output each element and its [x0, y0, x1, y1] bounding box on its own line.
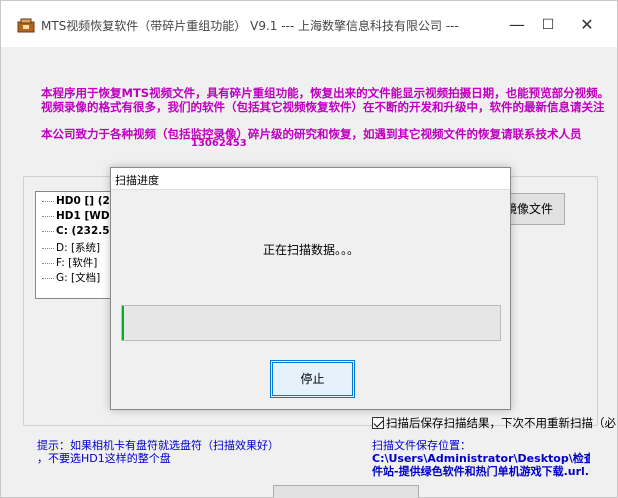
- dialog-title-bar: 扫描进度: [111, 168, 510, 190]
- tree-item-label: HD0 [] (2: [56, 195, 110, 207]
- tree-item-label: C: (232.5: [56, 225, 110, 237]
- scan-progress-fill: [122, 306, 124, 340]
- main-window: MTS视频恢复软件（带碎片重组功能） V9.1 --- 上海数擎信息科技有限公司…: [0, 0, 618, 498]
- save-path-extra: 件站-提供绿色软件和热门单机游戏下载.url.mtsi: [372, 465, 590, 478]
- tree-item-d[interactable]: D: [系统]: [42, 240, 100, 254]
- save-scan-result-checkbox[interactable]: 扫描后保存扫描结果，下次不用重新扫描（必: [372, 415, 616, 431]
- save-path-label: 扫描文件保存位置：: [372, 439, 471, 452]
- tree-item-f[interactable]: F: [软件]: [42, 255, 97, 269]
- maximize-button[interactable]: ☐: [528, 11, 568, 39]
- tree-item-label: F: [软件]: [56, 257, 98, 269]
- title-bar: MTS视频恢复软件（带碎片重组功能） V9.1 --- 上海数擎信息科技有限公司…: [1, 1, 617, 47]
- scan-progress-dialog: 扫描进度 正在扫描数据。。。 停止: [110, 167, 511, 410]
- save-path-value: C:\Users\Administrator\Desktop\检查包\多多: [372, 452, 590, 465]
- close-button[interactable]: ✕: [567, 11, 607, 39]
- tree-item-c[interactable]: C: (232.5: [42, 225, 110, 239]
- intro-line-4: 13062453: [191, 138, 247, 147]
- dialog-title: 扫描进度: [115, 174, 159, 187]
- intro-line-2: 视频录像的格式有很多，我们的软件（包括其它视频恢复软件）在不断的开发和升级中，软…: [41, 100, 605, 114]
- tree-item-hd1[interactable]: HD1 [WD: [42, 210, 110, 224]
- drive-tree[interactable]: HD0 [] (2 HD1 [WD C: (232.5 D: [系统] F: […: [35, 191, 115, 299]
- tree-item-hd0[interactable]: HD0 [] (2: [42, 195, 110, 209]
- stop-button-label: 停止: [300, 372, 325, 386]
- hint-line-2: ，不要选HD1这样的整个盘: [37, 452, 171, 465]
- start-scan-button[interactable]: [273, 485, 419, 498]
- checkbox-checked-icon[interactable]: [372, 417, 384, 429]
- tree-item-label: D: [系统]: [56, 242, 101, 254]
- tree-item-label: G: [文档]: [56, 272, 101, 284]
- intro-line-3: 本公司致力于各种视频（包括监控录像）碎片级的研究和恢复，如遇到其它视频文件的恢复…: [41, 127, 582, 141]
- scan-progress-bar: [121, 305, 501, 341]
- save-path-info: 扫描文件保存位置： C:\Users\Administrator\Desktop…: [372, 439, 590, 478]
- save-scan-result-label: 扫描后保存扫描结果，下次不用重新扫描（必: [386, 416, 616, 430]
- window-title: MTS视频恢复软件（带碎片重组功能） V9.1 --- 上海数擎信息科技有限公司…: [41, 19, 459, 33]
- stop-button[interactable]: 停止: [270, 360, 355, 398]
- tree-item-g[interactable]: G: [文档]: [42, 270, 100, 284]
- hint-line-1: 提示：如果相机卡有盘符就选盘符（扫描效果好）: [37, 439, 279, 452]
- scan-status-text: 正在扫描数据。。。: [263, 243, 360, 257]
- app-icon: [17, 18, 35, 33]
- tree-item-label: HD1 [WD: [56, 210, 110, 222]
- hint-text: 提示：如果相机卡有盘符就选盘符（扫描效果好） ，不要选HD1这样的整个盘: [37, 439, 279, 465]
